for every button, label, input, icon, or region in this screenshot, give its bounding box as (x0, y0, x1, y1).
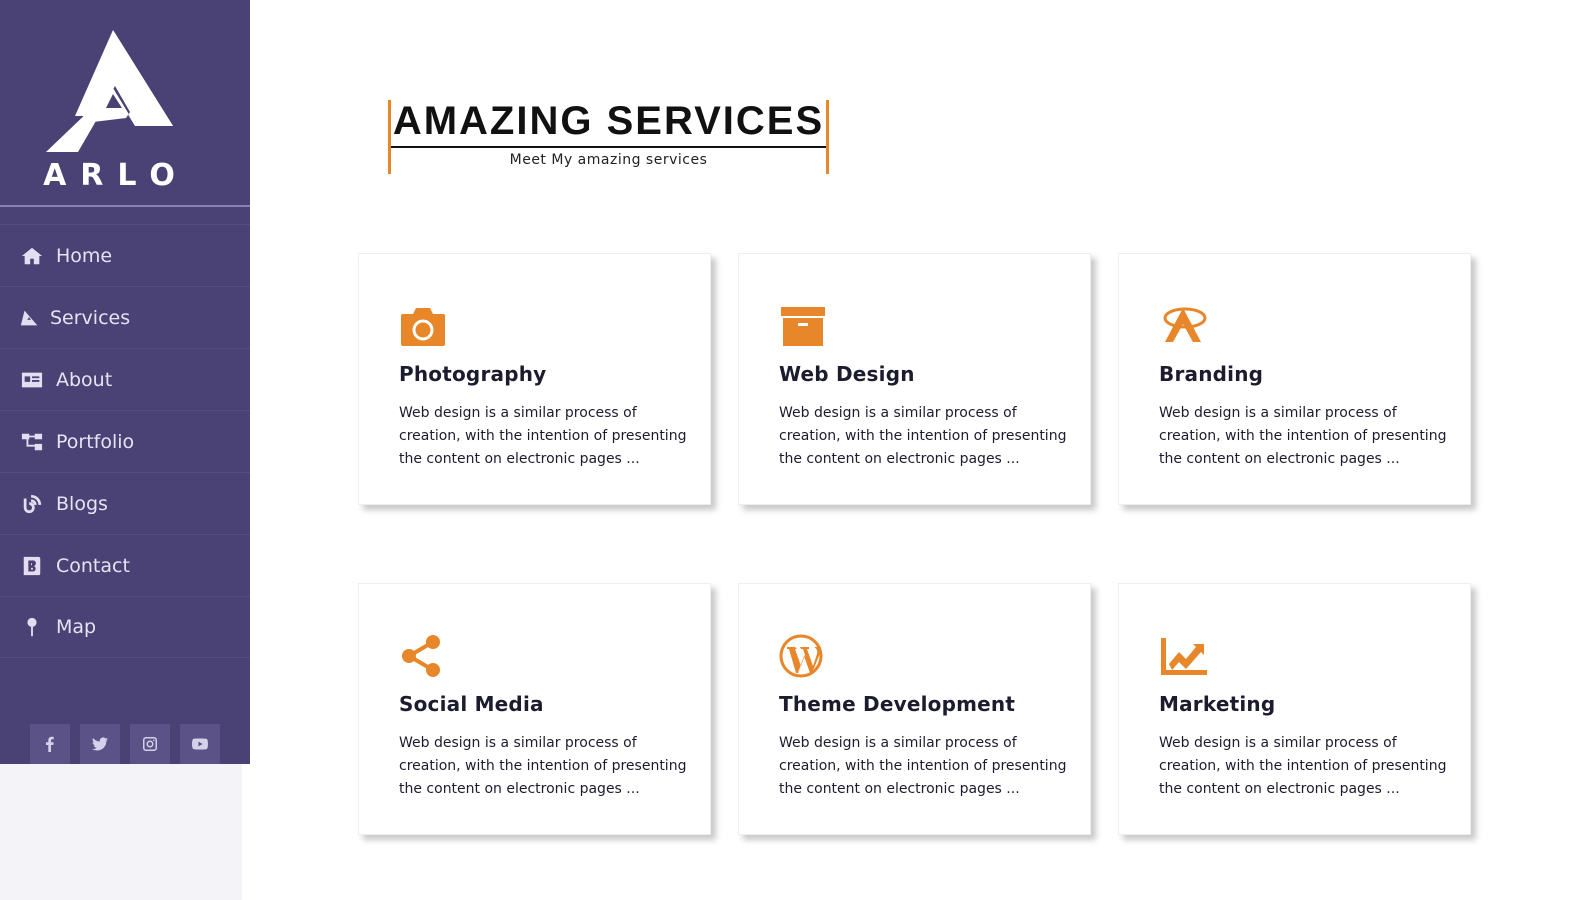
service-title: Marketing (1159, 692, 1276, 716)
archive-icon (779, 304, 827, 348)
twitter-icon (92, 737, 108, 751)
sidebar: ARLO Home Services About Portfolio Blogs… (0, 0, 250, 764)
sidebar-item-label: Home (56, 244, 113, 267)
sidebar-item-label: Services (50, 306, 131, 329)
sidebar-item-label: Contact (56, 554, 130, 577)
instagram-icon (143, 737, 157, 751)
sidebar-item-label: About (56, 368, 113, 391)
service-description: Web design is a similar process of creat… (779, 405, 1067, 467)
sidebar-item-services[interactable]: Services (0, 286, 250, 348)
sidebar-item-blogs[interactable]: Blogs (0, 472, 250, 534)
sitemap-icon (20, 430, 44, 454)
service-title: Photography (399, 362, 547, 386)
service-title: Social Media (399, 692, 544, 716)
page-title: AMAZING SERVICES (391, 100, 826, 148)
services-icon (18, 306, 42, 330)
sidebar-item-contact[interactable]: Contact (0, 534, 250, 596)
section-heading: AMAZING SERVICES Meet My amazing service… (388, 100, 829, 174)
blog-icon (20, 492, 44, 516)
sidebar-item-portfolio[interactable]: Portfolio (0, 410, 250, 472)
sidebar-item-label: Portfolio (56, 430, 135, 453)
id-card-icon (20, 368, 44, 392)
service-description: Web design is a similar process of creat… (779, 735, 1067, 797)
service-title: Branding (1159, 362, 1264, 386)
brand-logo-icon (1159, 304, 1207, 348)
service-card-photography[interactable]: Photography Web design is a similar proc… (358, 253, 711, 505)
facebook-button[interactable] (30, 724, 70, 764)
map-pin-icon (20, 615, 44, 639)
logo-mark-icon (46, 30, 173, 152)
service-description: Web design is a similar process of creat… (1159, 735, 1447, 797)
page-subtitle: Meet My amazing services (509, 152, 708, 168)
service-description: Web design is a similar process of creat… (399, 405, 687, 467)
sidebar-nav: Home Services About Portfolio Blogs Cont… (0, 224, 250, 658)
chart-line-icon (1159, 634, 1207, 678)
brand-name: ARLO (43, 158, 189, 193)
address-book-icon (20, 554, 44, 578)
twitter-button[interactable] (80, 724, 120, 764)
facebook-icon (46, 736, 54, 752)
social-links (30, 724, 220, 764)
camera-icon (399, 304, 447, 348)
service-description: Web design is a similar process of creat… (1159, 405, 1447, 467)
sidebar-item-about[interactable]: About (0, 348, 250, 410)
service-card-branding[interactable]: Branding Web design is a similar process… (1118, 253, 1471, 505)
wordpress-icon (779, 634, 827, 678)
service-description: Web design is a similar process of creat… (399, 735, 687, 797)
home-icon (20, 244, 44, 268)
service-card-web-design[interactable]: Web Design Web design is a similar proce… (738, 253, 1091, 505)
share-icon (399, 634, 447, 678)
youtube-button[interactable] (180, 724, 220, 764)
youtube-icon (192, 738, 208, 750)
service-card-social-media[interactable]: Social Media Web design is a similar pro… (358, 583, 711, 835)
service-card-theme-development[interactable]: Theme Development Web design is a simila… (738, 583, 1091, 835)
sidebar-item-home[interactable]: Home (0, 224, 250, 286)
sidebar-item-label: Map (56, 616, 97, 638)
brand-logo[interactable]: ARLO (0, 0, 250, 207)
instagram-button[interactable] (130, 724, 170, 764)
sidebar-item-map[interactable]: Map (0, 596, 250, 658)
service-title: Theme Development (779, 692, 1016, 716)
service-title: Web Design (779, 362, 915, 386)
sidebar-item-label: Blogs (56, 492, 108, 515)
service-card-marketing[interactable]: Marketing Web design is a similar proces… (1118, 583, 1471, 835)
